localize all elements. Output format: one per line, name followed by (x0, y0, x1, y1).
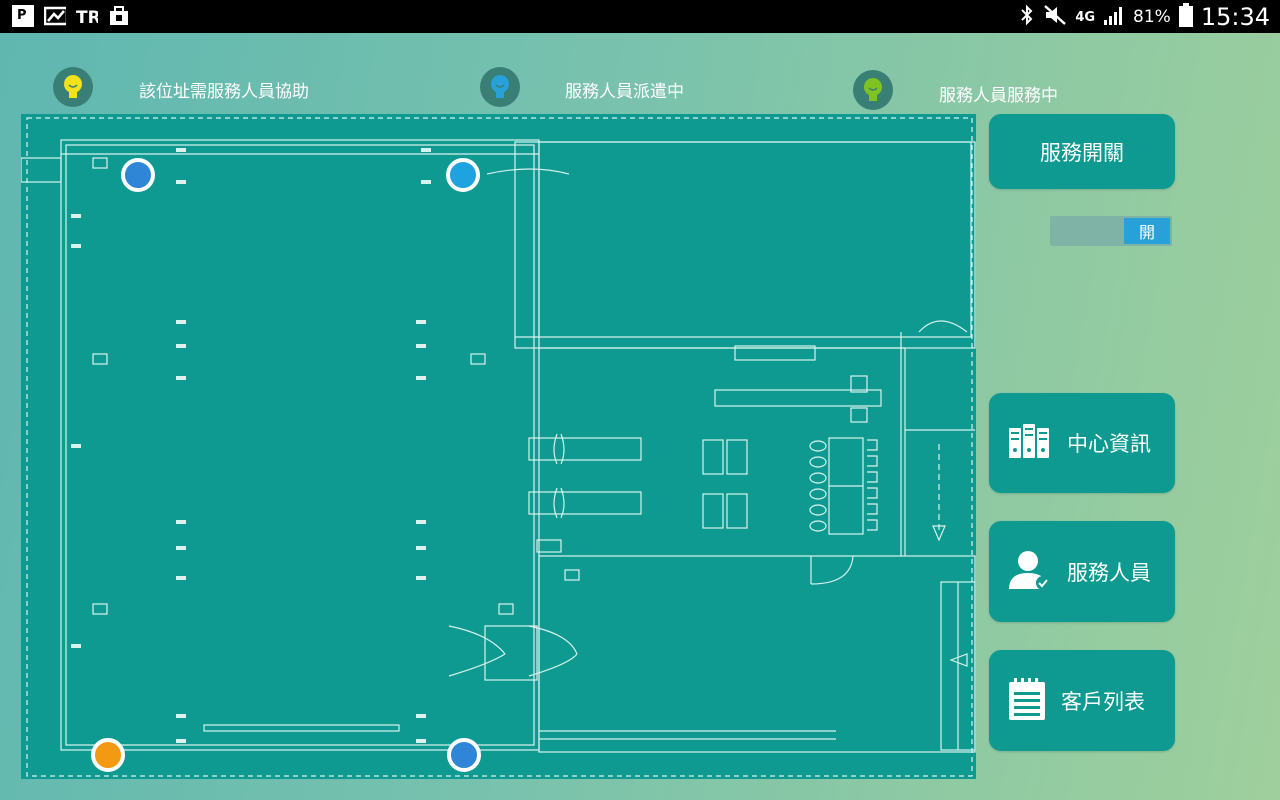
staff-label: 服務人員 (1067, 560, 1151, 585)
center-info-label: 中心資訊 (1067, 432, 1151, 456)
bag-icon (108, 5, 130, 27)
legend-dispatching (480, 67, 520, 107)
location-marker-1[interactable] (121, 158, 155, 192)
service-toggle[interactable]: 開 (1050, 216, 1172, 246)
status-bar: P TR 4G 81% 15:34 (0, 0, 1280, 33)
legend-label-serving: 服務人員服務中 (939, 86, 1058, 106)
staff-button[interactable]: 服務人員 (989, 521, 1175, 622)
battery-percent: 81% (1133, 7, 1171, 27)
notepad-icon (1009, 677, 1045, 724)
clock: 15:34 (1200, 3, 1270, 31)
customer-list-button[interactable]: 客戶列表 (989, 650, 1175, 751)
floor-plan-drawing (21, 117, 976, 777)
server-icon (1009, 422, 1049, 464)
center-info-button[interactable]: 中心資訊 (989, 393, 1175, 493)
lightbulb-yellow-icon (53, 67, 93, 107)
gallery-icon (44, 5, 66, 27)
location-marker-4[interactable] (447, 738, 481, 772)
toggle-state: 開 (1124, 218, 1170, 244)
legend-serving (853, 70, 893, 110)
location-marker-2[interactable] (446, 158, 480, 192)
service-switch-button[interactable]: 服務開關 (989, 114, 1175, 189)
legend-label-dispatching: 服務人員派遣中 (565, 82, 684, 102)
signal-icon (1103, 4, 1125, 30)
bluetooth-icon (1019, 4, 1035, 30)
svg-text:P: P (17, 8, 27, 23)
service-switch-label: 服務開關 (1040, 140, 1124, 165)
lightbulb-blue-icon (480, 67, 520, 107)
p-smart-icon: P (12, 5, 34, 27)
svg-text:TR: TR (76, 8, 98, 26)
tr-icon: TR (76, 5, 98, 27)
battery-icon (1178, 3, 1193, 31)
user-check-icon (1009, 549, 1051, 595)
network-type: 4G (1075, 9, 1096, 25)
location-marker-3[interactable] (91, 738, 125, 772)
lightbulb-green-icon (853, 70, 893, 110)
floor-plan-map[interactable] (21, 114, 976, 779)
legend-label-need-assist: 該位址需服務人員協助 (139, 82, 309, 102)
mute-icon (1043, 4, 1067, 30)
legend-need-assist (53, 67, 93, 107)
customer-list-label: 客戶列表 (1061, 689, 1145, 714)
